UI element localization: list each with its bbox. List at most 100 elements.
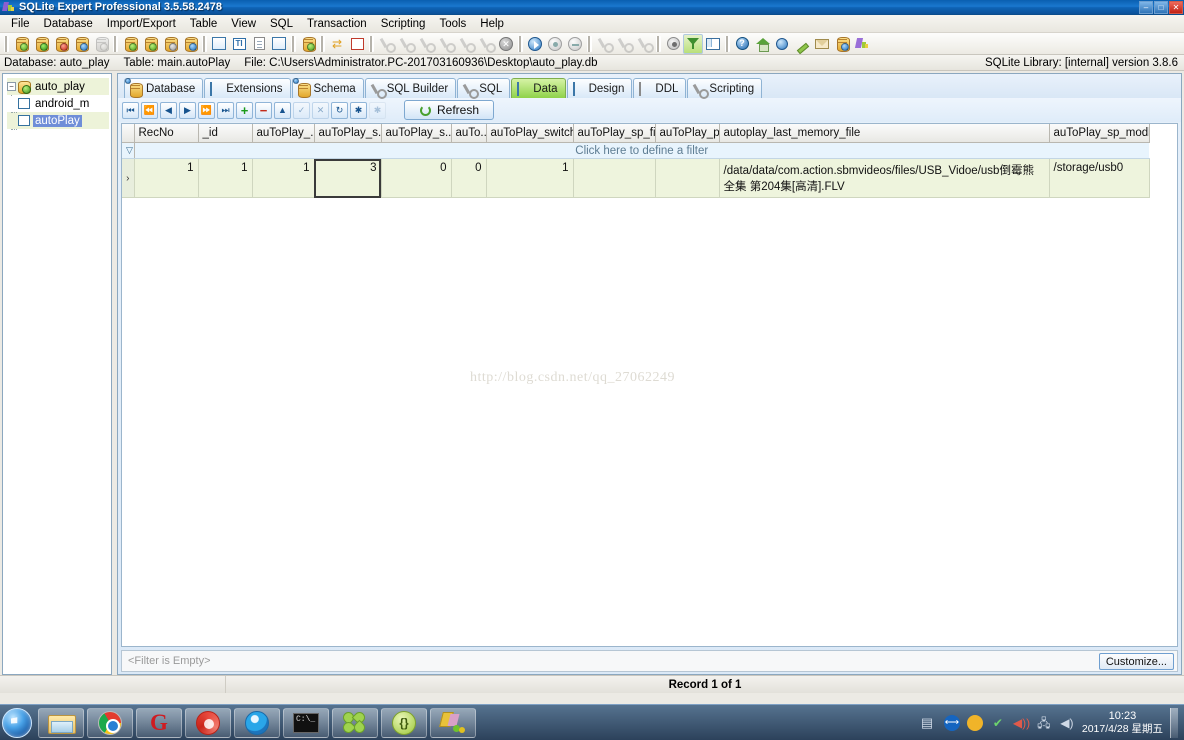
logo-icon[interactable] <box>852 34 872 54</box>
dim-tool-1-icon[interactable] <box>376 34 396 54</box>
data-grid[interactable]: RecNo _id auToPlay_... auToPlay_s... auT… <box>121 123 1178 647</box>
cell-autoplay-4[interactable]: 0 <box>451 158 487 198</box>
taskbar-g-browser[interactable]: G <box>136 707 182 738</box>
show-desktop-button[interactable] <box>1170 707 1178 738</box>
refresh-record-button[interactable]: ↻ <box>331 101 348 119</box>
menu-help[interactable]: Help <box>473 17 511 31</box>
tree-node-autoplay[interactable]: autoPlay <box>7 111 109 130</box>
grid-column-autoplay-switch[interactable]: auToPlay_switch <box>486 124 574 143</box>
minimize-button[interactable]: – <box>1139 1 1153 14</box>
tree-node-android-m[interactable]: android_m <box>7 94 109 113</box>
taskbar-spiral-app[interactable] <box>185 707 231 738</box>
prior-page-button[interactable]: ⏪ <box>141 101 158 119</box>
filter-icon[interactable] <box>683 33 703 54</box>
cell-autoplay-p[interactable] <box>655 158 720 198</box>
cell-autoplay-1[interactable]: 1 <box>252 158 315 198</box>
feedback-icon[interactable] <box>772 34 792 54</box>
tray-show-hidden-icon[interactable]: ▤ <box>921 715 937 731</box>
text-field-icon[interactable]: TI <box>229 34 249 54</box>
tab-scripting[interactable]: Scripting <box>687 78 763 98</box>
about-icon[interactable] <box>832 34 852 54</box>
toolbar-grip-8[interactable] <box>587 35 592 52</box>
dim-tool-4-icon[interactable] <box>436 34 456 54</box>
insert-record-button[interactable]: + <box>236 101 253 119</box>
toolbar-grip-9[interactable] <box>656 35 661 52</box>
first-record-button[interactable]: ⏮ <box>122 101 139 119</box>
calendar-icon[interactable] <box>347 34 367 54</box>
menu-file[interactable]: File <box>4 17 37 31</box>
cell-autoplay-sp-modle[interactable]: /storage/usb0 <box>1049 158 1150 198</box>
next-page-button[interactable]: ⏩ <box>198 101 215 119</box>
tray-teamviewer-icon[interactable]: ⟷ <box>943 714 960 731</box>
toolbar-grip[interactable] <box>4 35 9 52</box>
tab-database[interactable]: Database <box>124 77 204 98</box>
last-record-button[interactable]: ⏭ <box>217 101 234 119</box>
grid-column-autoplay-3[interactable]: auToPlay_s... <box>381 124 452 143</box>
grid-column-autoplay-p[interactable]: auToPlay_p... <box>655 124 720 143</box>
execute-icon[interactable] <box>525 34 545 54</box>
cancel-edit-button[interactable]: ✕ <box>312 101 329 119</box>
dim-tool-2-icon[interactable] <box>396 34 416 54</box>
toolbar-grip-2[interactable] <box>113 35 118 52</box>
table-import-icon[interactable] <box>160 34 180 54</box>
post-edit-button[interactable]: ✓ <box>293 101 310 119</box>
filter-bar[interactable]: <Filter is Empty> Customize... <box>121 650 1178 672</box>
table-edit-icon[interactable] <box>140 34 160 54</box>
clear-button[interactable]: ✱ <box>369 101 386 119</box>
execute-step-icon[interactable] <box>545 34 565 54</box>
filter-row-hint[interactable]: Click here to define a filter <box>134 142 1149 159</box>
grid-column-recno[interactable]: RecNo <box>134 124 199 143</box>
menu-view[interactable]: View <box>224 17 263 31</box>
maximize-button[interactable]: □ <box>1154 1 1168 14</box>
dim-tool-9-icon[interactable] <box>634 34 654 54</box>
menu-sql[interactable]: SQL <box>263 17 300 31</box>
taskbar-chrome[interactable] <box>87 707 133 738</box>
tray-volume-mute-icon[interactable]: ◀)) <box>1013 715 1030 731</box>
grid-new-icon[interactable] <box>209 34 229 54</box>
tab-design[interactable]: Design <box>566 78 633 98</box>
table-search-icon[interactable] <box>180 34 200 54</box>
taskbar-json-app[interactable]: {} <box>381 707 427 738</box>
taskbar-clock[interactable]: 10:23 2017/4/28 星期五 <box>1082 710 1163 736</box>
close-button[interactable]: ✕ <box>1169 1 1183 14</box>
cell-autoplay-last-memory-file[interactable]: /data/data/com.action.sbmvideos/files/US… <box>719 158 1050 198</box>
database-close-icon[interactable] <box>51 34 71 54</box>
toolbar-grip-4[interactable] <box>291 35 296 52</box>
grid-column-autoplay-last-memory-file[interactable]: autoplay_last_memory_file <box>719 124 1050 143</box>
tray-network-icon[interactable]: 🖧 <box>1036 715 1052 731</box>
customize-button[interactable]: Customize... <box>1098 653 1174 670</box>
menu-database[interactable]: Database <box>37 17 100 31</box>
next-record-button[interactable]: ▶ <box>179 101 196 119</box>
refresh-script-icon[interactable] <box>249 34 269 54</box>
gear-icon[interactable] <box>663 34 683 54</box>
grid-export-icon[interactable] <box>269 34 289 54</box>
grid-column-id[interactable]: _id <box>198 124 253 143</box>
delete-record-button[interactable]: − <box>255 101 272 119</box>
taskbar-command-prompt[interactable] <box>283 707 329 738</box>
window-layout-icon[interactable] <box>703 34 723 54</box>
taskbar-sqlite-expert[interactable] <box>430 707 476 738</box>
dim-tool-6-icon[interactable] <box>476 34 496 54</box>
menu-scripting[interactable]: Scripting <box>374 17 433 31</box>
menu-transaction[interactable]: Transaction <box>300 17 374 31</box>
toolbar-grip-3[interactable] <box>202 35 207 52</box>
mail-icon[interactable] <box>812 34 832 54</box>
cell-autoplay-3[interactable]: 0 <box>381 158 452 198</box>
cell-recno[interactable]: 1 <box>134 158 199 198</box>
toolbar-grip-6[interactable] <box>369 35 374 52</box>
tab-data[interactable]: Data <box>511 78 566 98</box>
taskbar-clover-app[interactable] <box>332 707 378 738</box>
cell-autoplay-sp-file[interactable] <box>573 158 656 198</box>
database-open-icon[interactable] <box>11 34 31 54</box>
tray-volume-icon[interactable]: ◀) <box>1059 715 1075 731</box>
grid-column-autoplay-sp-modle[interactable]: auToPlay_sp_modle <box>1049 124 1150 143</box>
tab-sql[interactable]: SQL <box>457 78 511 98</box>
shuffle-icon[interactable] <box>327 34 347 54</box>
dim-tool-7-icon[interactable] <box>594 34 614 54</box>
grid-column-autoplay-4[interactable]: auTo... <box>451 124 487 143</box>
tree-expander-icon[interactable]: − <box>7 82 16 91</box>
grid-column-autoplay-1[interactable]: auToPlay_... <box>252 124 315 143</box>
tray-security-icon[interactable]: ✔ <box>990 715 1006 731</box>
tree-node-database[interactable]: − auto_play <box>7 78 109 95</box>
tab-schema[interactable]: Schema <box>291 77 364 98</box>
